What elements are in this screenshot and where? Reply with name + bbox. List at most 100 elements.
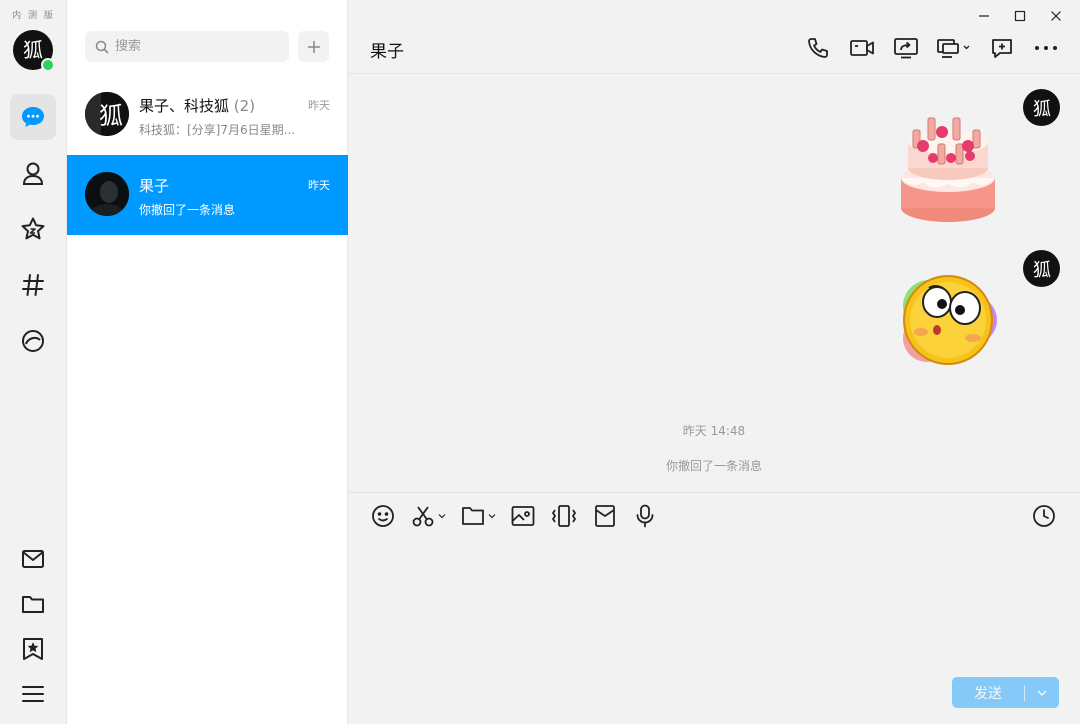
screen-share-button[interactable] bbox=[892, 34, 920, 62]
mail-icon bbox=[22, 550, 44, 568]
message-timestamp: 昨天 14:48 bbox=[682, 424, 746, 438]
red-packet-icon bbox=[595, 505, 615, 527]
rail-item-discover[interactable] bbox=[10, 318, 56, 364]
fox-logo-icon: 狐 bbox=[1033, 260, 1051, 281]
star-icon bbox=[21, 217, 45, 240]
message-sender-avatar[interactable]: 狐 bbox=[1023, 250, 1060, 287]
more-icon bbox=[1035, 46, 1057, 50]
beta-label: 内 测 版 bbox=[12, 11, 55, 21]
contact-avatar bbox=[85, 172, 129, 216]
shake-icon bbox=[552, 505, 576, 527]
folder-icon bbox=[462, 507, 484, 525]
conversation-name: 果子、科技狐 (2) bbox=[139, 97, 256, 115]
screenshot-button[interactable] bbox=[410, 502, 446, 530]
chat-panel: 果子 狐 狐 昨天 14:48 你撤回了一条消息 发送 bbox=[348, 0, 1080, 724]
conversation-preview: 你撤回了一条消息 bbox=[139, 203, 236, 217]
member-count: (2) bbox=[233, 97, 256, 115]
person-icon bbox=[22, 162, 44, 185]
message-sender-avatar[interactable]: 狐 bbox=[1023, 89, 1060, 126]
shake-button[interactable] bbox=[550, 502, 578, 530]
send-options-button[interactable] bbox=[1025, 687, 1059, 699]
chat-title: 果子 bbox=[370, 42, 404, 62]
chevron-down-icon bbox=[1037, 690, 1047, 696]
conversation-preview: 科技狐：[分享]7月6日星期... bbox=[139, 123, 296, 137]
send-image-button[interactable] bbox=[510, 502, 536, 530]
chat-bubble-icon bbox=[22, 107, 44, 127]
clock-icon bbox=[1033, 505, 1055, 527]
send-button[interactable]: 发送 bbox=[952, 683, 1024, 703]
svg-text:狐: 狐 bbox=[99, 102, 123, 130]
folder-icon bbox=[22, 596, 44, 613]
chevron-down-icon bbox=[488, 514, 496, 519]
more-button[interactable] bbox=[1032, 34, 1060, 62]
conversation-time: 昨天 bbox=[308, 99, 330, 112]
recall-notice: 你撤回了一条消息 bbox=[665, 459, 762, 473]
scissors-icon bbox=[412, 506, 434, 527]
fox-logo-icon: 狐 bbox=[1033, 99, 1051, 120]
phone-icon bbox=[808, 38, 828, 58]
my-avatar[interactable]: 狐 bbox=[13, 30, 55, 72]
rail-item-files[interactable] bbox=[10, 581, 56, 627]
add-comment-icon bbox=[992, 39, 1012, 58]
voice-message-button[interactable] bbox=[632, 502, 658, 530]
header-divider bbox=[348, 73, 1080, 74]
emoji-icon bbox=[372, 505, 394, 527]
svg-text:狐: 狐 bbox=[1033, 260, 1051, 281]
online-status-dot bbox=[41, 58, 55, 72]
group-avatar: 狐 bbox=[85, 92, 129, 136]
conversation-name: 果子 bbox=[139, 177, 170, 195]
search-input[interactable] bbox=[115, 39, 265, 54]
nav-rail: 内 测 版 狐 bbox=[0, 0, 67, 724]
add-comment-button[interactable] bbox=[988, 34, 1016, 62]
red-packet-button[interactable] bbox=[592, 502, 618, 530]
window-controls bbox=[968, 6, 1072, 26]
conversation-list: 狐 果子、科技狐 (2) 昨天 科技狐：[分享]7月6日星期... 果子 昨天 … bbox=[67, 0, 348, 724]
message-input[interactable] bbox=[370, 540, 1060, 665]
birthday-cake-sticker-image bbox=[901, 117, 995, 222]
bookmark-star-icon bbox=[23, 638, 43, 660]
voice-call-button[interactable] bbox=[804, 34, 832, 62]
video-call-button[interactable] bbox=[848, 34, 876, 62]
rail-item-favorites[interactable] bbox=[10, 206, 56, 252]
send-file-button[interactable] bbox=[460, 502, 496, 530]
conversation-item-guozi[interactable]: 果子 昨天 你撤回了一条消息 bbox=[67, 155, 348, 235]
send-button-group: 发送 bbox=[952, 677, 1059, 708]
surprised-face-sticker[interactable] bbox=[893, 272, 1003, 374]
hamburger-icon bbox=[22, 686, 44, 702]
conversation-item-group[interactable]: 狐 果子、科技狐 (2) 昨天 科技狐：[分享]7月6日星期... bbox=[67, 75, 348, 155]
search-icon bbox=[95, 40, 109, 54]
image-icon bbox=[511, 506, 535, 526]
maximize-icon bbox=[1014, 10, 1026, 22]
close-icon bbox=[1051, 11, 1061, 21]
search-box[interactable] bbox=[85, 31, 289, 62]
remote-desktop-button[interactable] bbox=[936, 34, 972, 62]
birthday-cake-sticker[interactable] bbox=[893, 110, 1003, 232]
input-toolbar bbox=[370, 502, 658, 530]
add-button[interactable] bbox=[298, 31, 329, 62]
rail-item-mail[interactable] bbox=[10, 536, 56, 582]
rail-item-messages[interactable] bbox=[10, 94, 56, 140]
plus-icon bbox=[307, 40, 320, 53]
video-camera-icon bbox=[850, 40, 874, 56]
message-history-button[interactable] bbox=[1030, 502, 1058, 530]
rail-item-menu[interactable] bbox=[10, 671, 56, 717]
close-button[interactable] bbox=[1040, 6, 1072, 26]
rail-item-saved[interactable] bbox=[10, 626, 56, 672]
input-divider bbox=[348, 492, 1080, 493]
chat-header-actions bbox=[804, 34, 1060, 62]
rail-item-contacts[interactable] bbox=[10, 150, 56, 196]
chevron-down-icon bbox=[438, 514, 446, 519]
person-photo-icon bbox=[85, 172, 129, 216]
surprised-face-sticker-image bbox=[903, 275, 997, 365]
conversation-time: 昨天 bbox=[308, 179, 330, 192]
screen-share-icon bbox=[894, 38, 918, 59]
minimize-icon bbox=[979, 15, 989, 17]
planet-icon bbox=[22, 330, 44, 352]
svg-text:狐: 狐 bbox=[1033, 99, 1051, 120]
minimize-button[interactable] bbox=[968, 6, 1000, 26]
maximize-button[interactable] bbox=[1004, 6, 1036, 26]
emoji-button[interactable] bbox=[370, 502, 396, 530]
hash-icon bbox=[22, 274, 44, 296]
rail-item-channels[interactable] bbox=[10, 262, 56, 308]
fox-logo-icon: 狐 bbox=[85, 92, 129, 136]
